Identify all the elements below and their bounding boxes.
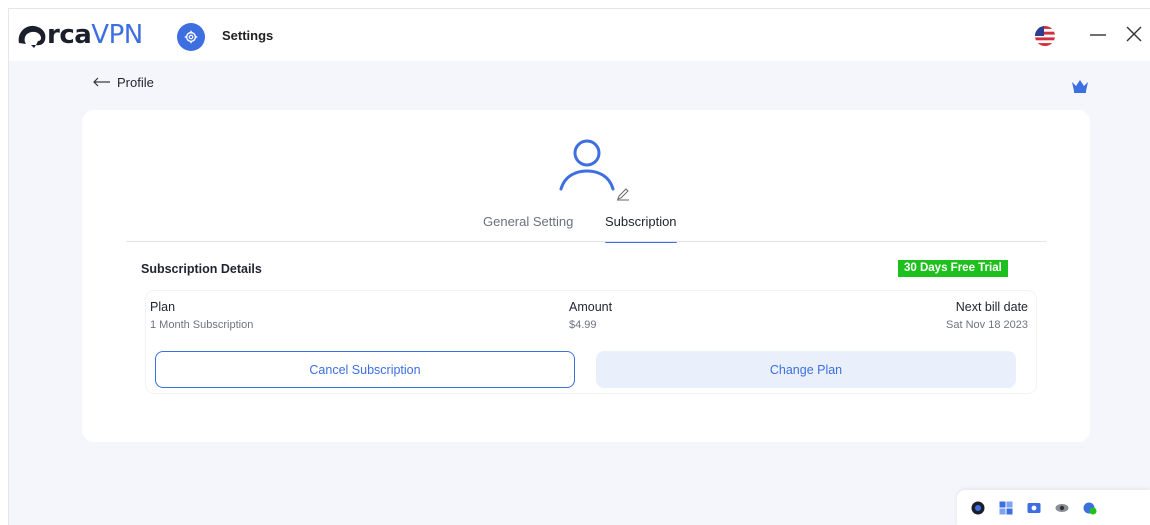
subscription-details-header: Subscription Details	[141, 262, 262, 276]
subscription-details-panel: Plan 1 Month Subscription Amount $4.99 N…	[146, 291, 1036, 393]
tab-divider	[126, 241, 1046, 242]
eye-tray-icon[interactable]	[1055, 501, 1069, 515]
crown-icon[interactable]	[1071, 79, 1089, 93]
security-tray-icon[interactable]	[1083, 501, 1097, 515]
gear-icon	[184, 30, 198, 44]
pencil-icon[interactable]	[616, 187, 630, 201]
settings-button[interactable]	[177, 23, 205, 51]
plan-label: Plan	[150, 300, 176, 314]
close-icon	[1126, 26, 1142, 42]
orca-tray-icon[interactable]	[971, 501, 985, 515]
close-button[interactable]	[1122, 22, 1146, 46]
next-bill-column: Next bill date Sat Nov 18 2023	[946, 300, 1028, 331]
free-trial-badge: 30 Days Free Trial	[898, 260, 1008, 277]
settings-tabs: General Setting Subscription	[82, 214, 1090, 243]
minimize-icon	[1090, 34, 1106, 36]
back-to-profile-link[interactable]: Profile	[93, 73, 154, 91]
tab-general-setting[interactable]: General Setting	[483, 214, 573, 242]
brand-logo: rcaVPN	[15, 19, 143, 51]
profile-card: General Setting Subscription Subscriptio…	[82, 110, 1090, 442]
amount-label: Amount	[569, 300, 613, 314]
arrow-left-icon	[93, 77, 110, 87]
window-title: Settings	[222, 28, 274, 43]
next-bill-label: Next bill date	[955, 300, 1028, 314]
amount-value: $4.99	[569, 319, 597, 331]
back-label: Profile	[117, 74, 154, 90]
plan-value: 1 Month Subscription	[150, 319, 254, 331]
title-bar: rcaVPN Settings	[9, 9, 1150, 61]
change-plan-button[interactable]: Change Plan	[596, 351, 1016, 388]
orca-logo-icon	[18, 25, 46, 48]
widgets-tray-icon[interactable]	[999, 501, 1013, 515]
brand-prefix: rca	[47, 20, 92, 50]
cancel-subscription-button[interactable]: Cancel Subscription	[155, 351, 575, 388]
camera-tray-icon[interactable]	[1027, 501, 1041, 515]
app-window: rcaVPN Settings Profile General Setting …	[8, 8, 1150, 525]
us-flag-icon[interactable]	[1035, 26, 1055, 46]
user-avatar-icon	[559, 139, 615, 191]
plan-column: Plan 1 Month Subscription	[150, 300, 253, 331]
next-bill-value: Sat Nov 18 2023	[946, 319, 1028, 331]
brand-name: rcaVPN	[47, 20, 143, 50]
amount-column: Amount $4.99	[569, 300, 612, 331]
tab-subscription[interactable]: Subscription	[605, 214, 677, 243]
system-tray	[957, 490, 1150, 525]
minimize-button[interactable]	[1086, 22, 1110, 46]
brand-suffix: VPN	[91, 20, 143, 50]
